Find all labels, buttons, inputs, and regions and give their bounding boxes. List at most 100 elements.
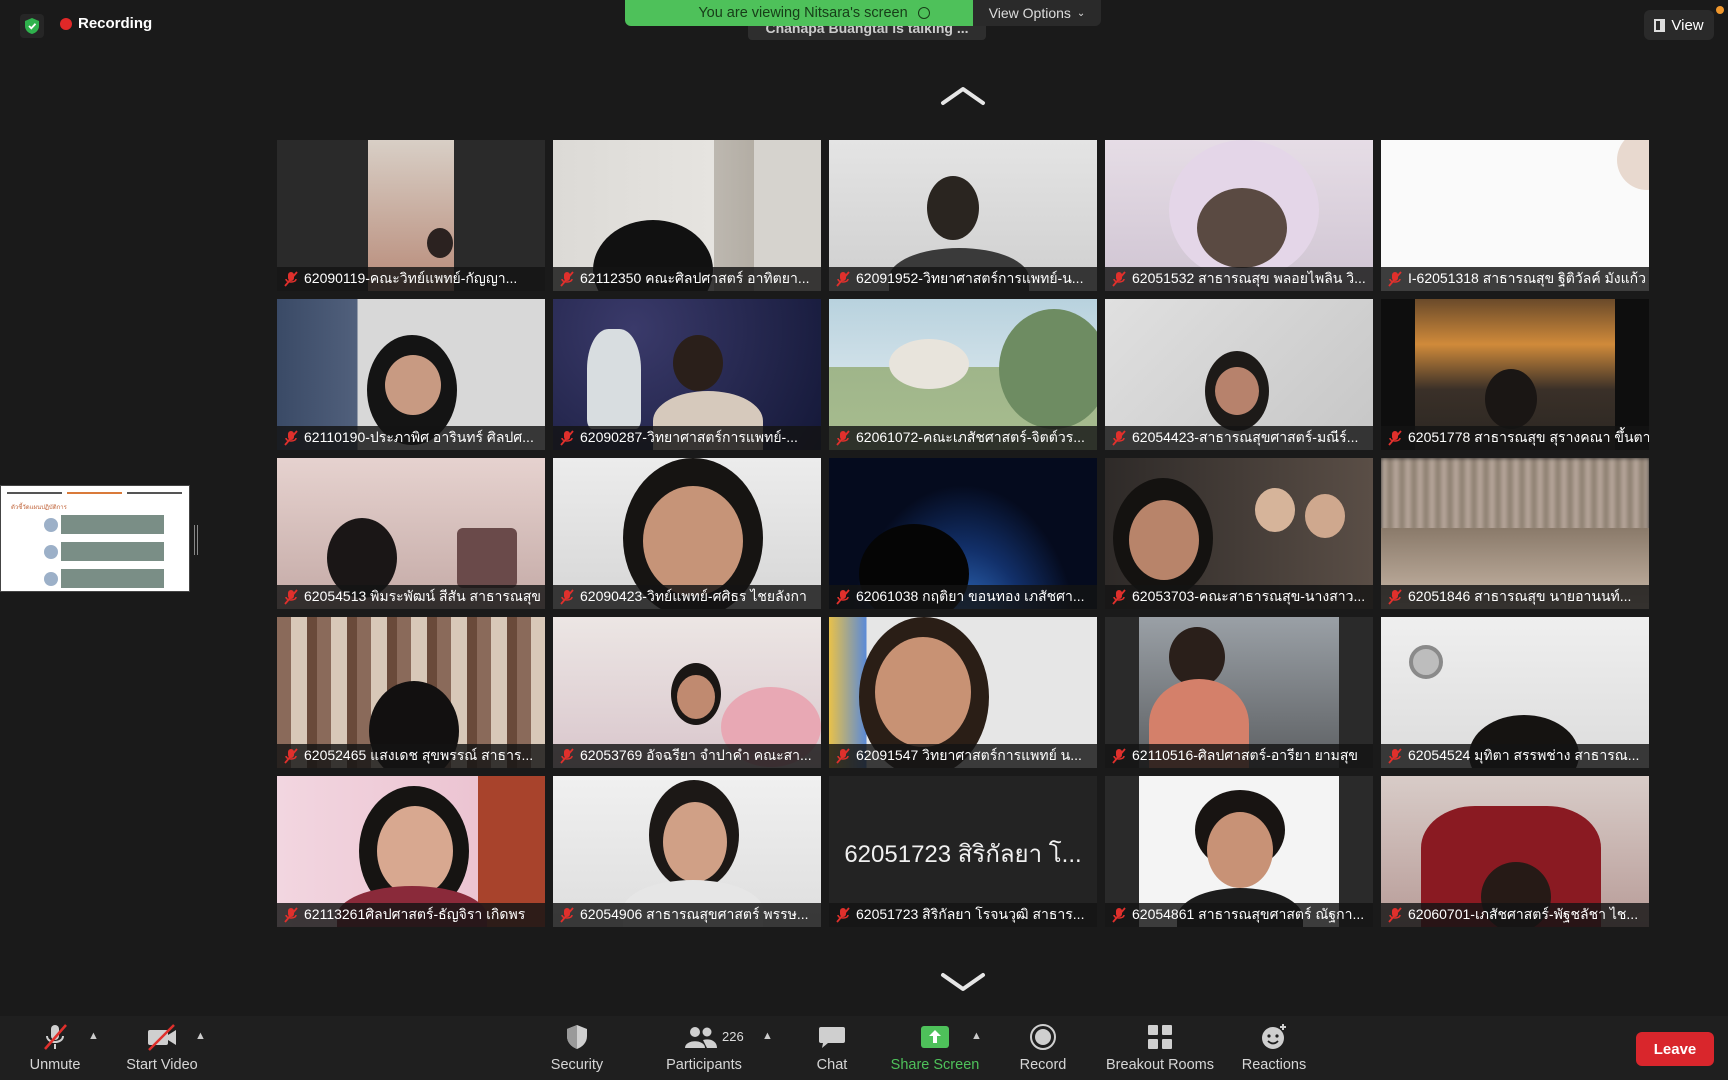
participant-tile[interactable]: 62091547 วิทยาศาสตร์การแพทย์ น...	[829, 617, 1097, 768]
participant-name: 62054861 สาธารณสุขศาสตร์ ณัฐกา...	[1132, 906, 1365, 922]
participant-tile[interactable]: 62053703-คณะสาธารณสุข-นางสาว...	[1105, 458, 1373, 609]
page-down-chevron-icon[interactable]	[940, 972, 986, 994]
participant-name: 62110190-ประภาพิศ อารินทร์ ศิลปศ...	[304, 429, 534, 445]
participant-name: 62110516-ศิลปศาสตร์-อารียา ยามสุข	[1132, 747, 1358, 763]
chevron-down-icon: ⌄	[1076, 7, 1086, 19]
unmute-button[interactable]: Unmute	[22, 1016, 88, 1080]
recording-indicator[interactable]: Recording	[60, 15, 152, 32]
shared-screen-thumbnail[interactable]: ตัวชี้วัดแผนปฏิบัติการ	[0, 485, 190, 592]
name-bar: 62054513 พิมระพัฒน์ สีสัน สาธารณสุข	[277, 585, 545, 609]
shield-icon	[561, 1022, 593, 1052]
participant-tile[interactable]: 62110516-ศิลปศาสตร์-อารียา ยามสุข	[1105, 617, 1373, 768]
thumb-divider	[127, 492, 182, 494]
mic-muted-icon	[836, 748, 850, 764]
participant-name: 62054906 สาธารณสุขศาสตร์ พรรษ...	[580, 906, 809, 922]
name-bar: 62053703-คณะสาธารณสุข-นางสาว...	[1105, 585, 1373, 609]
participant-tile[interactable]: I-62051318 สาธารณสุข ฐิติวัลค์ มังแก้ว	[1381, 140, 1649, 291]
participant-tile[interactable]: 62090423-วิทย์แพทย์-ศศิธร ไชยลังกา	[553, 458, 821, 609]
participant-display-name: 62051723 สิริกัลยา โ...	[844, 841, 1082, 868]
record-button[interactable]: Record	[1016, 1016, 1070, 1080]
leave-button[interactable]: Leave	[1636, 1032, 1714, 1066]
reactions-button[interactable]: Reactions	[1240, 1016, 1308, 1080]
share-options-caret-icon[interactable]: ▲	[971, 1030, 982, 1042]
name-bar: 62091547 วิทยาศาสตร์การแพทย์ น...	[829, 744, 1097, 768]
participant-tile[interactable]: 62091952-วิทยาศาสตร์การแพทย์-น...	[829, 140, 1097, 291]
participant-tile[interactable]: 62113261ศิลปศาสตร์-ธัญจิรา เกิดพร	[277, 776, 545, 927]
mic-muted-icon	[284, 748, 298, 764]
mic-muted-icon	[836, 430, 850, 446]
thumb-bullet-icon	[44, 572, 58, 586]
participant-name: 62052465 แสงเดช สุขพรรณ์ สาธาร...	[304, 747, 534, 763]
participant-name: 62051846 สาธารณสุข นายอานนท์...	[1408, 588, 1632, 604]
participant-tile[interactable]: 62112350 คณะศิลปศาสตร์ อาทิตยา...	[553, 140, 821, 291]
audio-options-caret-icon[interactable]: ▲	[88, 1030, 99, 1042]
participant-tile[interactable]: 62054524 มุทิตา สรรพช่าง สาธารณ...	[1381, 617, 1649, 768]
mic-muted-icon	[560, 430, 574, 446]
chat-bubble-icon	[816, 1022, 848, 1052]
video-options-caret-icon[interactable]: ▲	[195, 1030, 206, 1042]
participant-tile[interactable]: 62053769 อัจฉรียา จำปาคำ คณะสา...	[553, 617, 821, 768]
participant-tile[interactable]: 62051723 สิริกัลยา โ... 62051723 สิริกัล…	[829, 776, 1097, 927]
breakout-rooms-grid-icon	[1144, 1022, 1176, 1052]
participant-name: 62054423-สาธารณสุขศาสตร์-มณีร์...	[1132, 429, 1359, 445]
reactions-label: Reactions	[1241, 1057, 1307, 1073]
name-bar: 62091952-วิทยาศาสตร์การแพทย์-น...	[829, 267, 1097, 291]
thumb-card	[61, 515, 164, 534]
mic-muted-icon	[560, 589, 574, 605]
breakout-rooms-button[interactable]: Breakout Rooms	[1104, 1016, 1216, 1080]
security-shield-icon[interactable]	[20, 14, 44, 38]
thumbnail-drag-handle[interactable]	[194, 525, 198, 555]
mic-muted-icon	[560, 907, 574, 923]
thumb-divider	[7, 492, 62, 494]
page-up-chevron-icon[interactable]	[940, 84, 986, 106]
security-button[interactable]: Security	[542, 1016, 612, 1080]
participant-tile[interactable]: 62052465 แสงเดช สุขพรรณ์ สาธาร...	[277, 617, 545, 768]
participant-tile[interactable]: 62054423-สาธารณสุขศาสตร์-มณีร์...	[1105, 299, 1373, 450]
view-button[interactable]: View	[1644, 10, 1714, 40]
chat-label: Chat	[816, 1057, 848, 1073]
participants-options-caret-icon[interactable]: ▲	[762, 1030, 773, 1042]
mic-muted-icon	[39, 1022, 71, 1052]
participant-tile[interactable]: 62051532 สาธารณสุข พลอยไพลิน วิ...	[1105, 140, 1373, 291]
name-bar: 62053769 อัจฉรียา จำปาคำ คณะสา...	[553, 744, 821, 768]
view-options-button[interactable]: View Options ⌄	[973, 0, 1101, 26]
participant-name: 62090287-วิทยาศาสตร์การแพทย์-...	[580, 429, 798, 445]
participants-button[interactable]: Participants	[660, 1016, 748, 1080]
name-bar: 62110516-ศิลปศาสตร์-อารียา ยามสุข	[1105, 744, 1373, 768]
participant-name: 62112350 คณะศิลปศาสตร์ อาทิตยา...	[580, 270, 810, 286]
share-banner-label: You are viewing Nitsara's screen	[698, 5, 908, 21]
security-label: Security	[550, 1057, 604, 1073]
participant-tile[interactable]: 62060701-เภสัชศาสตร์-พัฐชลัชา ไช...	[1381, 776, 1649, 927]
name-bar: 62054906 สาธารณสุขศาสตร์ พรรษ...	[553, 903, 821, 927]
notification-dot	[1716, 6, 1724, 14]
participant-name: 62053703-คณะสาธารณสุข-นางสาว...	[1132, 588, 1366, 604]
participant-tile[interactable]: 62061038 กฤติยา ขอนทอง เภสัชศา...	[829, 458, 1097, 609]
mic-muted-icon	[1112, 748, 1126, 764]
participants-icon	[684, 1022, 724, 1052]
share-screen-button[interactable]: Share Screen	[888, 1016, 982, 1080]
record-icon	[1027, 1022, 1059, 1052]
participants-label: Participants	[666, 1057, 742, 1073]
participant-name: 62053769 อัจฉรียา จำปาคำ คณะสา...	[580, 747, 812, 763]
mic-muted-icon	[1112, 430, 1126, 446]
participant-tile[interactable]: 62110190-ประภาพิศ อารินทร์ ศิลปศ...	[277, 299, 545, 450]
participant-tile[interactable]: 62054513 พิมระพัฒน์ สีสัน สาธารณสุข	[277, 458, 545, 609]
unmute-label: Unmute	[29, 1057, 81, 1073]
mic-muted-icon	[1388, 589, 1402, 605]
name-bar: 62113261ศิลปศาสตร์-ธัญจิรา เกิดพร	[277, 903, 545, 927]
participant-tile[interactable]: 62054906 สาธารณสุขศาสตร์ พรรษ...	[553, 776, 821, 927]
chat-button[interactable]: Chat	[808, 1016, 856, 1080]
mic-muted-icon	[284, 589, 298, 605]
name-bar: 62110190-ประภาพิศ อารินทร์ ศิลปศ...	[277, 426, 545, 450]
name-bar: I-62051318 สาธารณสุข ฐิติวัลค์ มังแก้ว	[1381, 267, 1649, 291]
participant-tile[interactable]: 62051846 สาธารณสุข นายอานนท์...	[1381, 458, 1649, 609]
start-video-button[interactable]: Start Video	[118, 1016, 206, 1080]
thumb-card	[61, 542, 164, 561]
thumb-bullet-icon	[44, 545, 58, 559]
name-bar: 62051846 สาธารณสุข นายอานนท์...	[1381, 585, 1649, 609]
participant-tile[interactable]: 62061072-คณะเภสัชศาสตร์-จิตต์วร...	[829, 299, 1097, 450]
participant-tile[interactable]: 62090287-วิทยาศาสตร์การแพทย์-...	[553, 299, 821, 450]
participant-tile[interactable]: 62090119-คณะวิทย์แพทย์-กัญญา...	[277, 140, 545, 291]
participant-tile[interactable]: 62054861 สาธารณสุขศาสตร์ ณัฐกา...	[1105, 776, 1373, 927]
participant-tile[interactable]: 62051778 สาธารณสุข สุรางคณา ขึ้นตา	[1381, 299, 1649, 450]
